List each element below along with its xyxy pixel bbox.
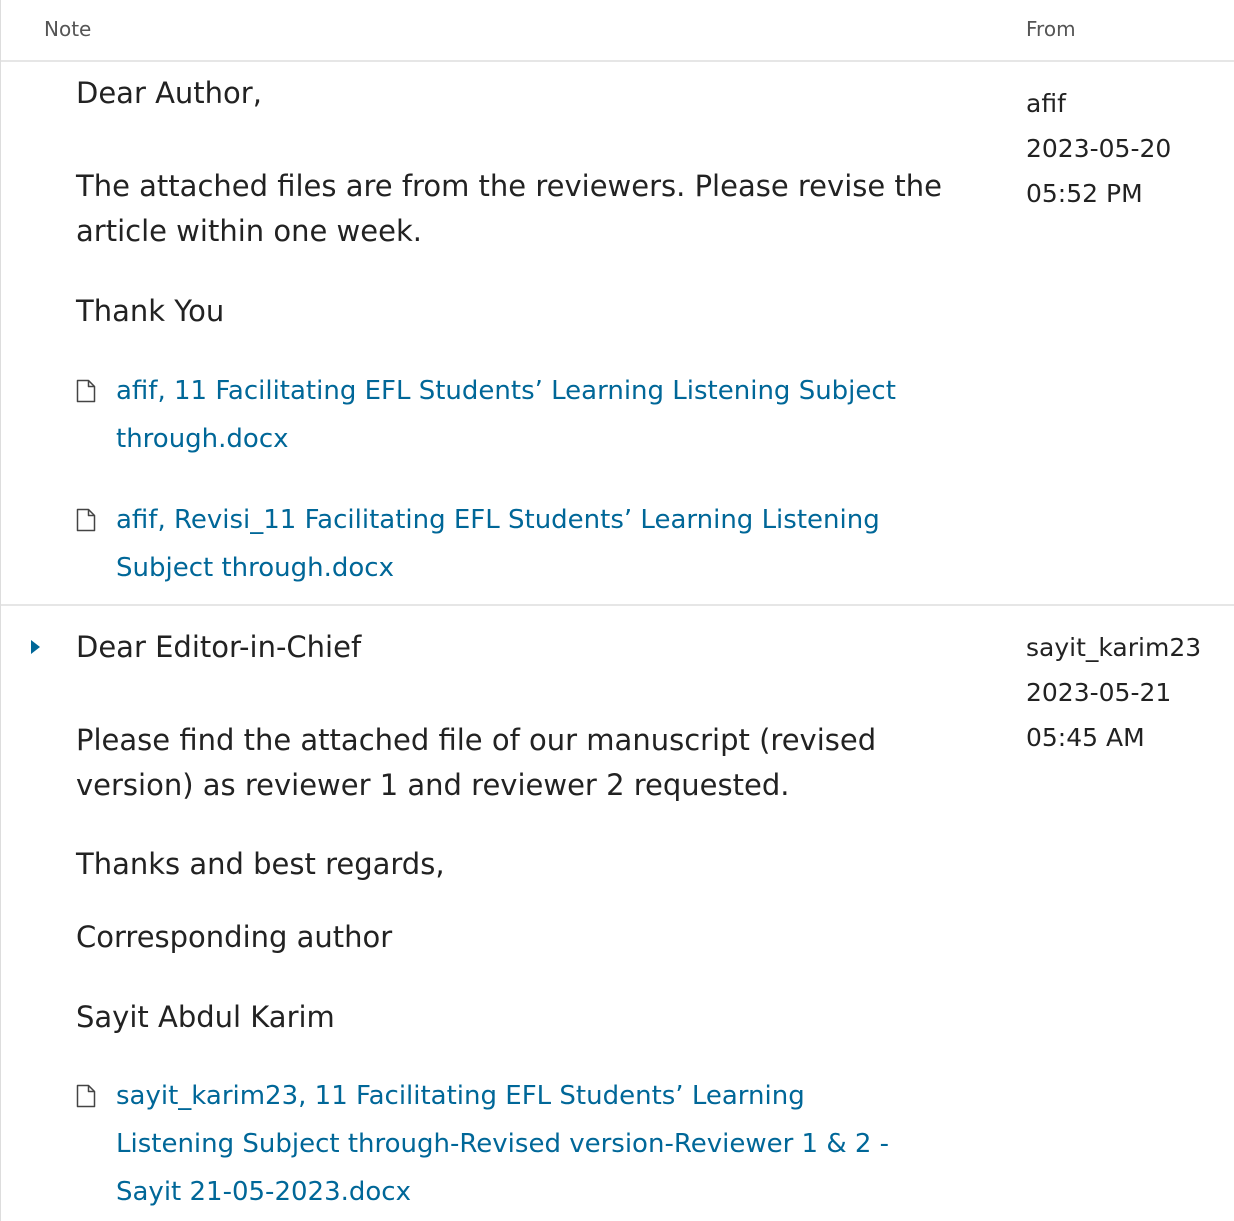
note-paragraph: Thanks and best regards, [76, 847, 445, 881]
note-paragraph: Thank You [76, 294, 225, 328]
file-icon [76, 508, 96, 532]
attached-file[interactable]: afif, Revisi_11 Facilitating EFL Student… [76, 496, 906, 592]
note-from: afif 2023-05-20 05:52 PM [1026, 81, 1231, 216]
column-header-from: From [1026, 17, 1076, 41]
from-time: 05:52 PM [1026, 179, 1143, 208]
from-time: 05:45 AM [1026, 723, 1145, 752]
discussion-notes-table: Note From Dear Author, The attached file… [0, 0, 1234, 1221]
note-paragraph: Dear Author, [76, 76, 262, 110]
file-link[interactable]: afif, Revisi_11 Facilitating EFL Student… [76, 496, 906, 592]
table-header: Note From [1, 0, 1234, 62]
note-row: Dear Author, The attached files are from… [1, 62, 1234, 606]
column-header-note: Note [44, 17, 92, 41]
from-date: 2023-05-20 [1026, 134, 1172, 163]
file-link[interactable]: afif, 11 Facilitating EFL Students’ Lear… [76, 367, 906, 463]
from-date: 2023-05-21 [1026, 678, 1172, 707]
attached-file[interactable]: afif, 11 Facilitating EFL Students’ Lear… [76, 367, 906, 463]
file-link[interactable]: sayit_karim23, 11 Facilitating EFL Stude… [76, 1072, 906, 1216]
note-paragraph: Dear Editor-in-Chief [76, 630, 362, 664]
attached-file[interactable]: sayit_karim23, 11 Facilitating EFL Stude… [76, 1072, 906, 1216]
from-user: afif [1026, 89, 1066, 118]
note-row[interactable]: Dear Editor-in-Chief Please find the att… [1, 606, 1234, 1221]
note-paragraph: The attached files are from the reviewer… [76, 169, 943, 248]
note-from: sayit_karim23 2023-05-21 05:45 AM [1026, 625, 1231, 760]
note-paragraph: Sayit Abdul Karim [76, 1000, 335, 1034]
from-user: sayit_karim23 [1026, 633, 1202, 662]
note-paragraph: Please find the attached file of our man… [76, 723, 877, 802]
file-icon [76, 1084, 96, 1108]
file-icon [76, 379, 96, 403]
expand-arrow-icon[interactable] [31, 640, 40, 654]
note-paragraph: Corresponding author [76, 920, 393, 954]
